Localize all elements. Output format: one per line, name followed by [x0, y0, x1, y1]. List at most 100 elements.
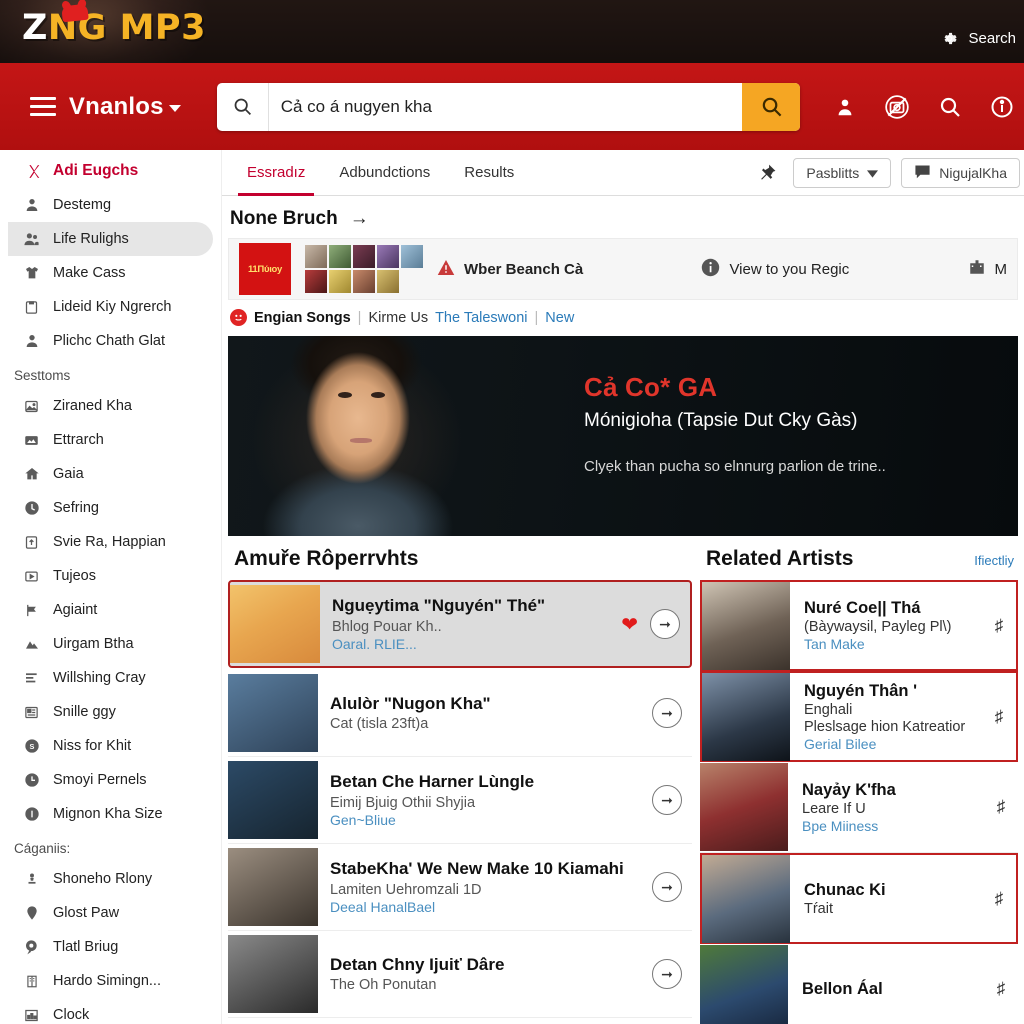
promo-item-building[interactable]: M [968, 258, 1007, 280]
sidebar-item-sefring[interactable]: Sefring [8, 491, 213, 525]
sidebar-item-mignon-kha-size[interactable]: Mignon Kha Size [8, 797, 213, 831]
play-next-icon[interactable]: ➞ [650, 609, 680, 639]
artist-name: Nayảy K'fha [802, 780, 896, 799]
clock-circle-icon [22, 499, 41, 518]
sidebar-item-label: Svie Ra, Happian [53, 534, 166, 550]
artist-row[interactable]: Nayảy K'fha Leare If U Bpe Miiness ♯ [700, 762, 1018, 853]
pin-icon[interactable] [752, 163, 783, 182]
pasblitts-dropdown[interactable]: Pasblitts [793, 157, 892, 188]
artist-name: Nguyén Thân ' [804, 681, 918, 700]
sidebar-item-agiaint[interactable]: Agiaint [8, 593, 213, 627]
brand-dropdown[interactable]: Vnanlos [69, 93, 181, 121]
search-submit-button[interactable] [742, 82, 800, 131]
info-icon[interactable] [990, 95, 1014, 119]
song-meta: Gen~Bliue [330, 811, 396, 828]
song-row[interactable]: Detan Chny Ijuiť Dâre The Oh Ponutan ➞ [228, 931, 692, 1018]
promo-item-wber-beanch[interactable]: Wber Beanch Cà [437, 259, 583, 280]
artist-row[interactable]: Chunac Ki Tŕait ♯ [700, 853, 1018, 944]
artists-panel-link[interactable]: Ifiectliy [974, 553, 1014, 568]
sidebar-item-niss-for-khit[interactable]: S Niss for Khit [8, 729, 213, 763]
play-next-icon[interactable]: ➞ [652, 698, 682, 728]
sidebar-item-willshing-cray[interactable]: Willshing Cray [8, 661, 213, 695]
artist-row[interactable]: Nuré Coe|| Thá (Bàywaysil, Payleg Pl\) T… [700, 580, 1018, 671]
sidebar-item-tujeos[interactable]: Tujeos [8, 559, 213, 593]
artist-subtitle: Enghali [804, 701, 853, 718]
sidebar-item-plichc-chath-glat[interactable]: Plichc Chath Glat [8, 324, 213, 358]
tab-results[interactable]: Results [447, 150, 531, 196]
person-icon [22, 332, 41, 351]
hero-text-block: Cả Co* GA Mónigioha (Tapsie Dut Cky Gàs)… [584, 372, 998, 475]
thumbnail [377, 245, 399, 268]
sidebar-item-label: Clock [53, 1007, 90, 1023]
song-subtitle: Cat (tisla 23ft)a [330, 716, 429, 733]
arrow-right-icon[interactable]: → [350, 208, 369, 230]
info-circle-icon [22, 805, 41, 824]
song-title: Betan Che Harner Lùngle [330, 772, 535, 792]
search-input[interactable] [268, 82, 742, 131]
sidebar-item-tlatl-briug[interactable]: Tlatl Briug [8, 930, 213, 964]
artist-meta: Tan Make [804, 636, 865, 652]
thumbnail [305, 270, 327, 293]
person-icon[interactable] [834, 96, 856, 118]
equalizer-icon[interactable]: ♯ [992, 979, 1010, 999]
sidebar-item-adi-eugchs[interactable]: Adi Eugchs [8, 154, 213, 188]
play-next-icon[interactable]: ➞ [652, 785, 682, 815]
hamburger-icon[interactable] [30, 96, 56, 117]
heart-icon[interactable]: ❤ [621, 612, 638, 637]
portrait-detail [371, 392, 385, 398]
artists-panel-header: Related Artists Ifiectliy [700, 547, 1018, 580]
sidebar-item-destemg[interactable]: Destemg [8, 188, 213, 222]
equalizer-icon[interactable]: ♯ [992, 797, 1010, 817]
sidebar-item-svie-ra-happian[interactable]: Svie Ra, Happian [8, 525, 213, 559]
song-info: Detan Chny Ijuiť Dâre The Oh Ponutan [330, 955, 640, 993]
sidebar-item-make-cass[interactable]: Make Cass [8, 256, 213, 290]
sidebar-item-clock[interactable]: Clock [8, 998, 213, 1024]
artist-info: Nuré Coe|| Thá (Bàywaysil, Payleg Pl\) T… [802, 599, 978, 652]
search-bar [216, 82, 800, 131]
equalizer-icon[interactable]: ♯ [990, 889, 1008, 909]
song-row[interactable]: Alulòr "Nugon Kha" Cat (tisla 23ft)a ➞ [228, 670, 692, 757]
tab-adbundctions[interactable]: Adbundctions [322, 150, 447, 196]
tab-label: Results [464, 164, 515, 181]
sidebar-item-snille-ggy[interactable]: Snille ggy [8, 695, 213, 729]
equalizer-icon[interactable]: ♯ [990, 616, 1008, 636]
artist-thumbnail [700, 945, 788, 1024]
link-row-bold-text: Engian Songs [254, 309, 351, 326]
hero-subtitle: Mónigioha (Tapsie Dut Cky Gàs) [584, 410, 858, 431]
song-row[interactable]: StabeKha' We New Make 10 Kiamahi Lamiten… [228, 844, 692, 931]
site-logo[interactable]: ZNG MP3 [22, 3, 206, 48]
sidebar-item-shoneho-rlony[interactable]: Shoneho Rlony [8, 862, 213, 896]
song-row[interactable]: Nguẹytima "Nguyén" Thé" Bhlog Pouar Kh..… [228, 580, 692, 668]
search-icon[interactable] [938, 95, 962, 119]
gear-icon[interactable] [941, 30, 958, 47]
artist-row[interactable]: Nguyén Thân ' Enghali Pleslsage hion Kat… [700, 671, 1018, 762]
link-taleswoni[interactable]: The Taleswoni [435, 310, 527, 326]
artists-panel-title: Related Artists [706, 547, 854, 570]
artist-row[interactable]: Bellon Áal ♯ [700, 944, 1018, 1024]
sidebar-item-gaia[interactable]: Gaia [8, 457, 213, 491]
no-photo-icon[interactable] [884, 94, 910, 120]
sidebar-item-smoyi-pernels[interactable]: Smoyi Pernels [8, 763, 213, 797]
promo-item-view-regic[interactable]: View to you Regic [701, 258, 849, 281]
sidebar-item-ettrarch[interactable]: Ettrarch [8, 423, 213, 457]
sidebar-item-hardo-simingn[interactable]: Hardo Simingn... [8, 964, 213, 998]
sidebar-item-uirgam-btha[interactable]: Uirgam Btha [8, 627, 213, 661]
pin-circle-icon [22, 938, 41, 957]
song-row[interactable]: Betan Che Harner Lùngle Eimij Bjuig Othi… [228, 757, 692, 844]
sidebar-item-ziraned-kha[interactable]: Ziraned Kha [8, 389, 213, 423]
song-thumbnail [230, 585, 320, 663]
link-new[interactable]: New [545, 310, 574, 326]
sidebar: Adi Eugchs Destemg Life Rulighs Make Cas… [0, 150, 222, 1024]
nigujalkha-button[interactable]: NigujalKha [901, 157, 1020, 188]
sidebar-item-lideid-kiy-ngrerch[interactable]: Lideid Kiy Ngrerch [8, 290, 213, 324]
play-next-icon[interactable]: ➞ [652, 872, 682, 902]
sidebar-item-glost-paw[interactable]: Glost Paw [8, 896, 213, 930]
tab-essradiz[interactable]: Essradız [230, 150, 322, 196]
play-next-icon[interactable]: ➞ [652, 959, 682, 989]
equalizer-icon[interactable]: ♯ [990, 707, 1008, 727]
thumbnail [329, 245, 351, 268]
sidebar-item-life-rulighs[interactable]: Life Rulighs [8, 222, 213, 256]
song-thumbnail [228, 674, 318, 752]
hero-banner[interactable]: Cả Co* GA Mónigioha (Tapsie Dut Cky Gàs)… [228, 336, 1018, 536]
banner-search-label[interactable]: Search [968, 30, 1016, 47]
